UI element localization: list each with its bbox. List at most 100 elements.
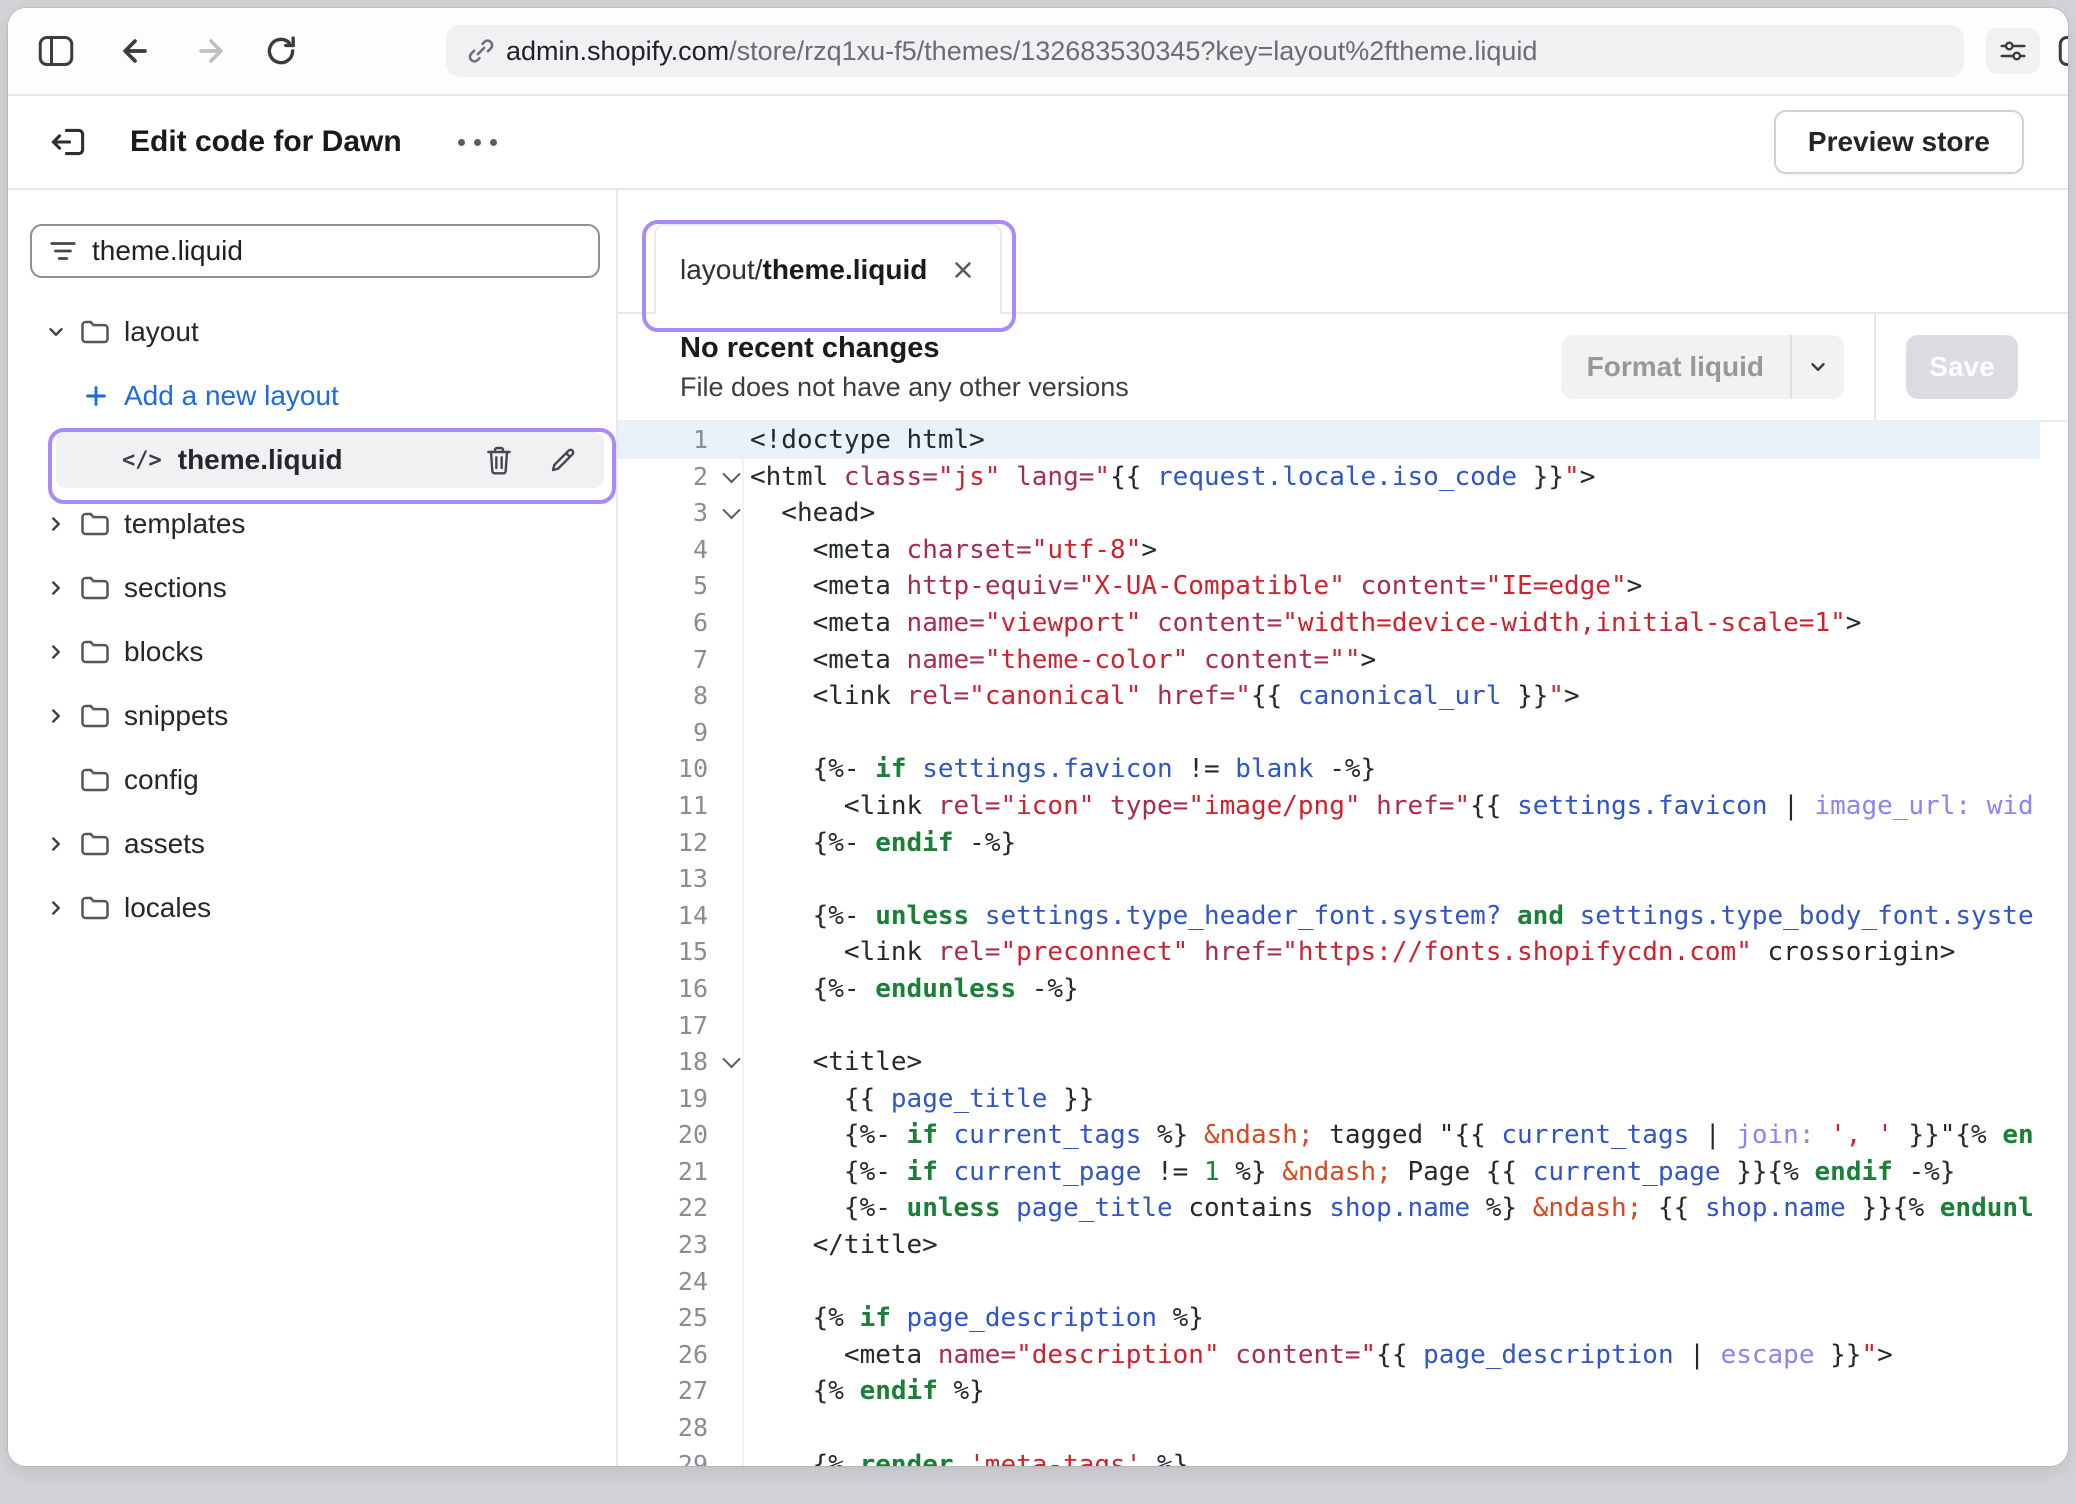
line-gutter: 6	[618, 605, 742, 642]
line-gutter: 13	[618, 861, 742, 898]
preview-store-button[interactable]: Preview store	[1774, 110, 2024, 174]
sidebar-item-label: sections	[124, 572, 227, 604]
folder-icon	[80, 831, 110, 857]
line-gutter: 16	[618, 971, 742, 1008]
line-gutter: 27	[618, 1373, 742, 1410]
line-gutter: 17	[618, 1008, 742, 1045]
chevron-right-icon[interactable]	[44, 641, 68, 663]
add-new-layout-button[interactable]: Add a new layout	[30, 368, 616, 424]
reload-icon[interactable]	[264, 34, 298, 68]
code-line[interactable]: 22 {%- unless page_title contains shop.n…	[618, 1190, 2068, 1227]
code-line[interactable]: 14 {%- unless settings.type_header_font.…	[618, 898, 2068, 935]
code-line-text: <meta name="theme-color" content="">	[742, 642, 1376, 679]
code-line[interactable]: 3 <head>	[618, 495, 2068, 532]
code-line[interactable]: 28	[618, 1410, 2068, 1447]
back-icon[interactable]	[118, 34, 152, 68]
line-number: 4	[618, 532, 742, 569]
chevron-right-icon[interactable]	[44, 897, 68, 919]
url-path: /store/rzq1xu-f5/themes/132683530345?key…	[729, 36, 1537, 66]
line-number: 22	[618, 1190, 742, 1227]
format-options-chevron-button[interactable]	[1790, 335, 1844, 399]
code-line[interactable]: 10 {%- if settings.favicon != blank -%}	[618, 751, 2068, 788]
line-gutter: 29	[618, 1447, 742, 1466]
code-line[interactable]: 2<html class="js" lang="{{ request.local…	[618, 459, 2068, 496]
line-gutter: 21	[618, 1154, 742, 1191]
folder-icon	[80, 575, 110, 601]
code-line[interactable]: 8 <link rel="canonical" href="{{ canonic…	[618, 678, 2068, 715]
code-line[interactable]: 15 <link rel="preconnect" href="https://…	[618, 934, 2068, 971]
code-line[interactable]: 7 <meta name="theme-color" content="">	[618, 642, 2068, 679]
chevron-right-icon[interactable]	[44, 513, 68, 535]
code-line-text: <link rel="canonical" href="{{ canonical…	[742, 678, 1580, 715]
close-icon[interactable]	[950, 257, 976, 283]
more-actions-icon[interactable]	[458, 139, 497, 146]
code-line[interactable]: 13	[618, 861, 2068, 898]
code-line-text: {%- endif -%}	[742, 825, 1016, 862]
code-line-text: <meta charset="utf-8">	[742, 532, 1157, 569]
sidebar-item-blocks[interactable]: blocks	[30, 624, 616, 680]
folder-icon	[80, 703, 110, 729]
code-line[interactable]: 19 {{ page_title }}	[618, 1081, 2068, 1118]
chevron-right-icon[interactable]	[44, 833, 68, 855]
delete-file-icon[interactable]	[484, 444, 514, 476]
browser-panel-toggle-icon[interactable]	[2058, 35, 2068, 67]
divider	[1874, 314, 1876, 420]
tab-theme-liquid[interactable]: layout/theme.liquid	[654, 224, 1002, 314]
url-bar[interactable]: admin.shopify.com/store/rzq1xu-f5/themes…	[446, 25, 1964, 77]
line-number: 15	[618, 934, 742, 971]
forward-icon[interactable]	[194, 34, 228, 68]
sidebar-item-config[interactable]: config	[30, 752, 616, 808]
file-search-box[interactable]	[30, 224, 600, 278]
code-line[interactable]: 20 {%- if current_tags %} &ndash; tagged…	[618, 1117, 2068, 1154]
file-tree: layout Add a new layout </> theme.liquid	[30, 304, 616, 936]
code-line[interactable]: 23 </title>	[618, 1227, 2068, 1264]
code-line[interactable]: 9	[618, 715, 2068, 752]
line-number: 28	[618, 1410, 742, 1447]
sidebar-item-sections[interactable]: sections	[30, 560, 616, 616]
save-button[interactable]: Save	[1906, 335, 2018, 399]
tab-label: layout/theme.liquid	[680, 254, 927, 286]
search-input[interactable]	[92, 235, 582, 267]
code-line-text: <meta http-equiv="X-UA-Compatible" conte…	[742, 568, 1642, 605]
code-line[interactable]: 1<!doctype html>	[618, 422, 2068, 459]
rename-file-icon[interactable]	[548, 445, 578, 475]
filter-icon	[48, 239, 78, 263]
browser-sidebar-toggle-icon[interactable]	[38, 35, 74, 67]
sidebar-item-theme-liquid[interactable]: </> theme.liquid	[56, 432, 604, 488]
line-number: 20	[618, 1117, 742, 1154]
code-line[interactable]: 25 {% if page_description %}	[618, 1300, 2068, 1337]
code-line-text: {%- unless page_title contains shop.name…	[742, 1190, 2034, 1227]
exit-editor-icon[interactable]	[48, 124, 88, 160]
chevron-down-icon[interactable]	[44, 321, 68, 343]
code-line[interactable]: 16 {%- endunless -%}	[618, 971, 2068, 1008]
code-line[interactable]: 17	[618, 1008, 2068, 1045]
browser-tune-button[interactable]	[1986, 28, 2040, 74]
code-line[interactable]: 4 <meta charset="utf-8">	[618, 532, 2068, 569]
format-liquid-button[interactable]: Format liquid	[1561, 335, 1790, 399]
code-line[interactable]: 21 {%- if current_page != 1 %} &ndash; P…	[618, 1154, 2068, 1191]
sidebar-item-label: config	[124, 764, 199, 796]
line-number: 3	[618, 495, 742, 532]
code-line[interactable]: 26 <meta name="description" content="{{ …	[618, 1337, 2068, 1374]
sidebar-item-locales[interactable]: locales	[30, 880, 616, 936]
chevron-right-icon[interactable]	[44, 577, 68, 599]
line-gutter: 8	[618, 678, 742, 715]
code-editor[interactable]: 1<!doctype html>2<html class="js" lang="…	[618, 422, 2068, 1466]
code-line[interactable]: 24	[618, 1264, 2068, 1301]
line-gutter: 19	[618, 1081, 742, 1118]
sidebar-item-layout[interactable]: layout	[30, 304, 616, 360]
code-line[interactable]: 6 <meta name="viewport" content="width=d…	[618, 605, 2068, 642]
code-line[interactable]: 5 <meta http-equiv="X-UA-Compatible" con…	[618, 568, 2068, 605]
folder-icon	[80, 639, 110, 665]
chevron-right-icon[interactable]	[44, 705, 68, 727]
page-title: Edit code for Dawn	[130, 125, 402, 159]
code-line[interactable]: 27 {% endif %}	[618, 1373, 2068, 1410]
sidebar-item-snippets[interactable]: snippets	[30, 688, 616, 744]
sidebar-item-templates[interactable]: templates	[30, 496, 616, 552]
sidebar-item-assets[interactable]: assets	[30, 816, 616, 872]
code-line-text	[742, 715, 750, 752]
code-line[interactable]: 29 {% render 'meta-tags' %}	[618, 1447, 2068, 1466]
code-line[interactable]: 18 <title>	[618, 1044, 2068, 1081]
code-line[interactable]: 11 <link rel="icon" type="image/png" hre…	[618, 788, 2068, 825]
code-line[interactable]: 12 {%- endif -%}	[618, 825, 2068, 862]
